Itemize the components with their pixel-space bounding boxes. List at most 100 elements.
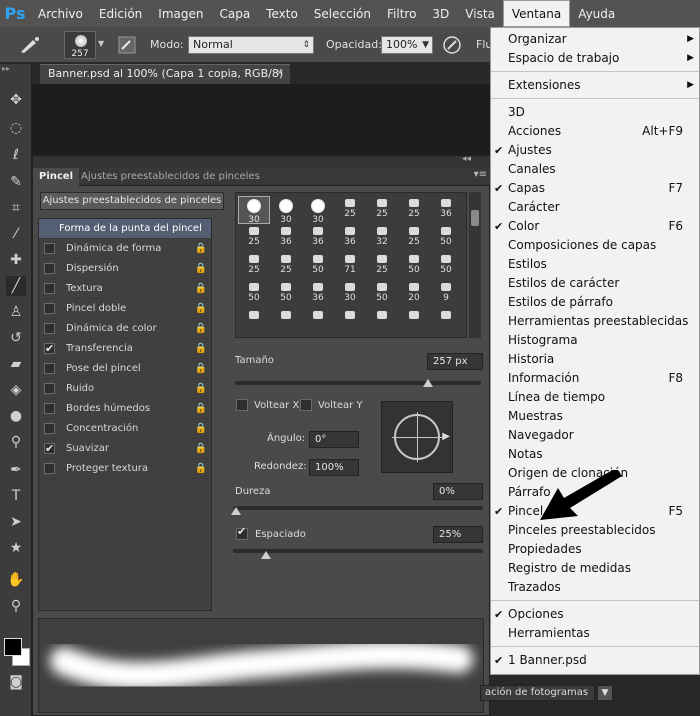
brush-tip[interactable]: 25 <box>271 253 301 279</box>
brush-tip[interactable]: 36 <box>335 225 365 251</box>
lock-icon[interactable]: 🔒 <box>195 379 207 398</box>
document-tab[interactable]: Banner.psd al 100% (Capa 1 copia, RGB/8)… <box>40 64 290 84</box>
brush-tip[interactable]: 20 <box>399 281 429 307</box>
brush-tip[interactable]: 36 <box>431 197 461 223</box>
brush-tip[interactable]: 71 <box>335 253 365 279</box>
lock-icon[interactable]: 🔒 <box>195 319 207 338</box>
brush-setting-row[interactable]: Bordes húmedos 🔒 <box>39 399 211 419</box>
hand-tool-icon[interactable]: ✋ <box>6 570 26 590</box>
close-icon[interactable]: ✕ <box>276 65 284 83</box>
spacing-checkbox[interactable] <box>236 525 248 540</box>
brush-setting-row[interactable]: Dinámica de forma 🔒 <box>39 239 211 259</box>
flip-x-checkbox[interactable] <box>236 399 248 411</box>
lock-icon[interactable]: 🔒 <box>195 419 207 438</box>
brush-panel-toggle-icon[interactable] <box>118 36 136 54</box>
brush-tip[interactable]: 50 <box>431 253 461 279</box>
window-menu-item[interactable]: Acciones Alt+F9 <box>491 122 699 141</box>
lasso-tool-icon[interactable]: ℓ <box>6 145 26 165</box>
create-frame-animation-button[interactable]: ación de fotogramas <box>480 685 595 701</box>
menu-ayuda[interactable]: Ayuda <box>570 0 623 27</box>
brush-tool-icon[interactable] <box>18 35 42 55</box>
hardness-slider-thumb[interactable] <box>231 507 241 515</box>
brush-tip[interactable]: 36 <box>303 225 333 251</box>
window-menu-item[interactable]: Historia <box>491 350 699 369</box>
window-menu-item[interactable]: Línea de tiempo <box>491 388 699 407</box>
brush-tip[interactable]: 50 <box>303 253 333 279</box>
flip-y-checkbox[interactable] <box>300 399 312 411</box>
spacing-input[interactable]: 25% <box>433 526 483 543</box>
brush-tip[interactable] <box>399 309 429 335</box>
menu-imagen[interactable]: Imagen <box>150 0 211 27</box>
window-menu-item[interactable]: Carácter <box>491 198 699 217</box>
menu-vista[interactable]: Vista <box>457 0 503 27</box>
brush-tip[interactable]: 50 <box>239 281 269 307</box>
type-tool-icon[interactable]: T <box>6 486 26 506</box>
brush-tip[interactable] <box>271 309 301 335</box>
brush-tip[interactable]: 30 <box>303 197 333 225</box>
chevron-down-icon[interactable]: ▼ <box>98 39 104 48</box>
brush-tip[interactable] <box>431 309 461 335</box>
eyedropper-tool-icon[interactable]: ⁄ <box>6 224 26 244</box>
lock-icon[interactable]: 🔒 <box>195 259 207 278</box>
brush-setting-row[interactable]: Pose del pincel 🔒 <box>39 359 211 379</box>
brush-setting-row[interactable]: Pincel doble 🔒 <box>39 299 211 319</box>
setting-checkbox[interactable] <box>44 323 55 334</box>
tab-brush-presets[interactable]: Ajustes preestablecidos de pinceles <box>75 168 266 186</box>
quick-mask-icon[interactable]: ◙ <box>6 672 26 692</box>
brush-tip[interactable]: 36 <box>271 225 301 251</box>
setting-checkbox[interactable] <box>44 403 55 414</box>
lock-icon[interactable]: 🔒 <box>195 239 207 258</box>
quick-select-tool-icon[interactable]: ✎ <box>6 172 26 192</box>
foreground-color-swatch[interactable] <box>4 638 22 656</box>
history-brush-tool-icon[interactable]: ↺ <box>6 328 26 348</box>
paint-bucket-tool-icon[interactable]: ◈ <box>6 380 26 400</box>
brush-setting-row[interactable]: Ruido 🔒 <box>39 379 211 399</box>
window-menu-item[interactable]: ✔ 1 Banner.psd <box>491 651 699 670</box>
setting-checkbox[interactable] <box>44 263 55 274</box>
window-menu-item[interactable]: Estilos de párrafo <box>491 293 699 312</box>
lock-icon[interactable]: 🔒 <box>195 299 207 318</box>
window-menu-item[interactable]: Notas <box>491 445 699 464</box>
window-menu-item[interactable]: ✔ Ajustes <box>491 141 699 160</box>
lock-icon[interactable]: 🔒 <box>195 439 207 458</box>
size-slider-thumb[interactable] <box>423 379 433 387</box>
brush-setting-row[interactable]: Proteger textura 🔒 <box>39 459 211 479</box>
brush-tip[interactable] <box>367 309 397 335</box>
brush-tip[interactable] <box>335 309 365 335</box>
angle-roundness-widget[interactable]: ▶ <box>381 401 453 473</box>
window-menu-item[interactable]: Extensiones ▶ <box>491 76 699 95</box>
menu-3d[interactable]: 3D <box>424 0 457 27</box>
roundness-input[interactable]: 100% <box>309 459 359 476</box>
setting-checkbox[interactable] <box>44 283 55 294</box>
blur-tool-icon[interactable]: ● <box>6 406 26 426</box>
window-menu-item[interactable]: Registro de medidas <box>491 559 699 578</box>
brush-tip[interactable]: 25 <box>399 197 429 223</box>
window-menu-item[interactable]: Espacio de trabajo ▶ <box>491 49 699 68</box>
brush-tip[interactable]: 25 <box>367 197 397 223</box>
size-input[interactable]: 257 px <box>427 353 483 370</box>
brush-tool-icon[interactable]: ╱ <box>6 276 26 296</box>
window-menu-item[interactable]: Propiedades <box>491 540 699 559</box>
window-menu-item[interactable]: Composiciones de capas <box>491 236 699 255</box>
window-menu-item[interactable]: Estilos de carácter <box>491 274 699 293</box>
marquee-tool-icon[interactable]: ◌ <box>6 118 26 138</box>
shape-tool-icon[interactable]: ★ <box>6 538 26 558</box>
window-menu-item[interactable]: 3D <box>491 103 699 122</box>
brush-tip[interactable]: 30 <box>238 196 270 225</box>
window-menu-item[interactable]: Canales <box>491 160 699 179</box>
collapse-panel-icon[interactable]: ◂◂ <box>462 154 471 164</box>
setting-checkbox[interactable] <box>44 243 55 254</box>
brush-tip[interactable]: 25 <box>239 225 269 251</box>
pen-tool-icon[interactable]: ✒ <box>6 460 26 480</box>
brush-tip[interactable]: 50 <box>271 281 301 307</box>
brush-setting-row[interactable]: Dinámica de color 🔒 <box>39 319 211 339</box>
window-menu-item[interactable]: Muestras <box>491 407 699 426</box>
brush-tip[interactable]: 25 <box>399 225 429 251</box>
window-menu-item[interactable]: Organizar ▶ <box>491 30 699 49</box>
brush-tip[interactable]: 25 <box>239 253 269 279</box>
path-select-tool-icon[interactable]: ➤ <box>6 512 26 532</box>
panel-menu-icon[interactable]: ▾≡ <box>474 169 487 180</box>
hardness-slider[interactable] <box>233 506 483 510</box>
menu-archivo[interactable]: Archivo <box>30 0 91 27</box>
move-tool-icon[interactable]: ✥ <box>6 90 26 110</box>
